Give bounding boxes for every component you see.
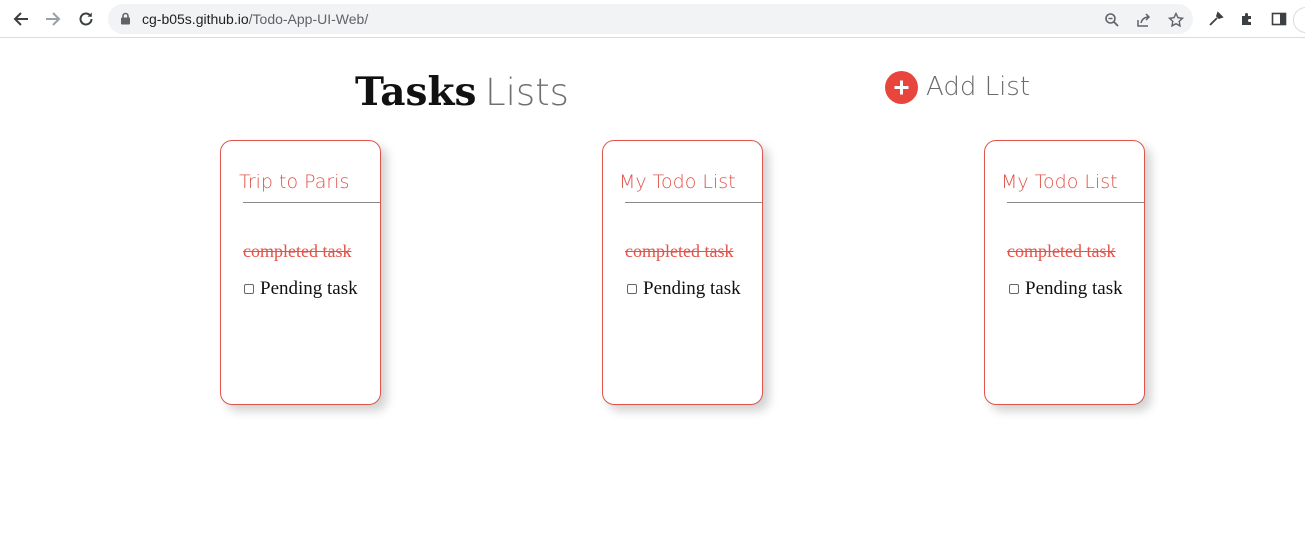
todo-list-card: Trip to Paris completed task Pending tas… bbox=[220, 140, 381, 405]
task-checkbox[interactable] bbox=[1009, 284, 1019, 294]
pending-task: Pending task bbox=[627, 278, 741, 300]
todo-list-card: My Todo List completed task Pending task bbox=[602, 140, 763, 405]
divider bbox=[243, 202, 380, 203]
bookmark-star-icon[interactable] bbox=[1167, 11, 1185, 29]
zoom-icon[interactable] bbox=[1103, 11, 1121, 29]
plus-icon[interactable] bbox=[885, 70, 918, 104]
completed-task[interactable]: completed task bbox=[243, 241, 351, 262]
divider bbox=[625, 202, 762, 203]
task-checkbox[interactable] bbox=[244, 284, 254, 294]
extensions-icon[interactable] bbox=[1237, 9, 1257, 29]
add-list-button[interactable]: Add List bbox=[885, 70, 1030, 104]
title-lists: Lists bbox=[484, 71, 569, 114]
forward-icon[interactable] bbox=[42, 8, 64, 30]
browser-toolbar: cg-b05s.github.io/Todo-App-UI-Web/ bbox=[0, 0, 1305, 38]
pending-task-label: Pending task bbox=[643, 278, 741, 299]
url-path: /Todo-App-UI-Web/ bbox=[248, 11, 369, 27]
pending-task: Pending task bbox=[244, 278, 358, 300]
url-text: cg-b05s.github.io/Todo-App-UI-Web/ bbox=[142, 11, 368, 27]
list-title: My Todo List bbox=[1001, 171, 1118, 193]
completed-task[interactable]: completed task bbox=[1007, 241, 1115, 262]
task-checkbox[interactable] bbox=[627, 284, 637, 294]
list-title: Trip to Paris bbox=[239, 171, 350, 193]
divider bbox=[1007, 202, 1144, 203]
pending-task: Pending task bbox=[1009, 278, 1123, 300]
side-panel-icon[interactable] bbox=[1269, 9, 1289, 29]
url-host: cg-b05s.github.io bbox=[142, 11, 249, 27]
pending-task-label: Pending task bbox=[1025, 278, 1123, 299]
todo-list-card: My Todo List completed task Pending task bbox=[984, 140, 1145, 405]
address-bar[interactable]: cg-b05s.github.io/Todo-App-UI-Web/ bbox=[108, 4, 1193, 34]
back-icon[interactable] bbox=[10, 8, 32, 30]
profile-avatar[interactable] bbox=[1293, 7, 1305, 33]
completed-task[interactable]: completed task bbox=[625, 241, 733, 262]
title-tasks: Tasks bbox=[355, 69, 477, 115]
eyedropper-icon[interactable] bbox=[1206, 9, 1226, 29]
lock-icon[interactable] bbox=[120, 12, 131, 30]
page-title: Tasks Lists bbox=[355, 66, 569, 127]
share-icon[interactable] bbox=[1135, 11, 1153, 29]
reload-icon[interactable] bbox=[75, 8, 97, 30]
pending-task-label: Pending task bbox=[260, 278, 358, 299]
list-title: My Todo List bbox=[619, 171, 736, 193]
add-list-label[interactable]: Add List bbox=[926, 72, 1030, 102]
